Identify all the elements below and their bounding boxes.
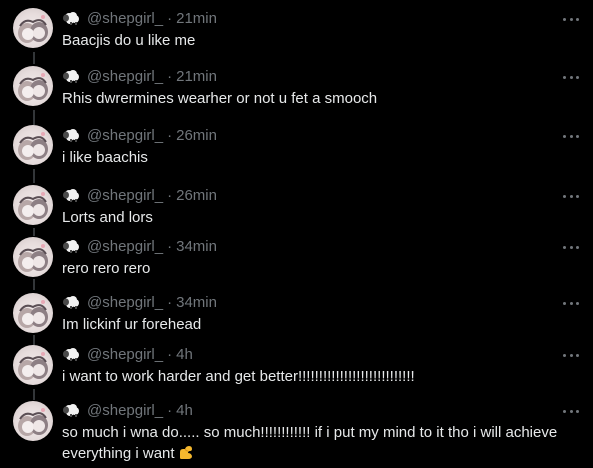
post-meta: @shepgirl_ · 26min [62,125,217,145]
meta-separator: · [167,345,173,363]
sheep-emoji-icon [62,127,82,143]
avatar[interactable] [13,8,53,48]
post-meta: @shepgirl_ · 21min [62,66,217,86]
timestamp[interactable]: 21min [176,10,217,27]
post-text: rero rero rero [62,260,151,277]
author-handle[interactable]: @shepgirl_ [87,346,163,363]
sheep-emoji-icon [62,238,82,254]
post-meta: @shepgirl_ · 4h [62,344,193,364]
avatar[interactable] [13,237,53,277]
timestamp[interactable]: 34min [176,294,217,311]
author-handle[interactable]: @shepgirl_ [87,294,163,311]
sheep-emoji-icon [62,294,82,310]
post-text-content: so much i wna do..... so much!!!!!!!!!!!… [62,424,558,462]
post-text: Im lickinf ur forehead [62,316,202,333]
thread-line [33,169,35,183]
author-handle[interactable]: @shepgirl_ [87,238,163,255]
meta-separator: · [167,293,173,311]
meta-separator: · [167,401,173,419]
sheep-emoji-icon [62,68,82,84]
author-handle[interactable]: @shepgirl_ [87,68,163,85]
avatar[interactable] [13,125,53,165]
timestamp[interactable]: 34min [176,238,217,255]
sheep-emoji-icon [62,187,82,203]
more-options-icon[interactable] [560,12,582,26]
more-options-icon[interactable] [560,296,582,310]
avatar[interactable] [13,345,53,385]
meta-separator: · [167,9,173,27]
post-text: Rhis dwrermines wearher or not u fet a s… [62,90,378,107]
author-handle[interactable]: @shepgirl_ [87,402,163,419]
author-handle[interactable]: @shepgirl_ [87,10,163,27]
avatar[interactable] [13,185,53,225]
post-meta: @shepgirl_ · 34min [62,236,217,256]
sheep-emoji-icon [62,10,82,26]
post-meta: @shepgirl_ · 34min [62,292,217,312]
meta-separator: · [167,126,173,144]
meta-separator: · [167,67,173,85]
timestamp[interactable]: 4h [176,402,193,419]
timestamp[interactable]: 4h [176,346,193,363]
thread-line [33,52,35,64]
author-handle[interactable]: @shepgirl_ [87,127,163,144]
post-text: Lorts and lors [62,209,153,226]
meta-separator: · [167,237,173,255]
timestamp[interactable]: 21min [176,68,217,85]
avatar[interactable] [13,293,53,333]
post-text: i like baachis [62,149,148,166]
post-meta: @shepgirl_ · 4h [62,400,193,420]
post-text: i want to work harder and get better!!!!… [62,368,415,385]
thread: @shepgirl_ · 21min Baacjis do u like me … [0,0,593,468]
thread-line [33,228,35,236]
timestamp[interactable]: 26min [176,187,217,204]
avatar[interactable] [13,401,53,441]
meta-separator: · [167,186,173,204]
more-options-icon[interactable] [560,240,582,254]
post-text: Baacjis do u like me [62,32,196,49]
author-handle[interactable]: @shepgirl_ [87,187,163,204]
more-options-icon[interactable] [560,129,582,143]
more-options-icon[interactable] [560,189,582,203]
post-meta: @shepgirl_ · 21min [62,8,217,28]
avatar[interactable] [13,66,53,106]
flexed-biceps-emoji-icon [177,443,195,461]
sheep-emoji-icon [62,346,82,362]
more-options-icon[interactable] [560,70,582,84]
sheep-emoji-icon [62,402,82,418]
more-options-icon[interactable] [560,348,582,362]
timestamp[interactable]: 26min [176,127,217,144]
post-text: so much i wna do..... so much!!!!!!!!!!!… [62,423,577,464]
more-options-icon[interactable] [560,404,582,418]
post-meta: @shepgirl_ · 26min [62,185,217,205]
thread-line [33,110,35,125]
thread-line [33,389,35,400]
thread-line [33,279,35,290]
